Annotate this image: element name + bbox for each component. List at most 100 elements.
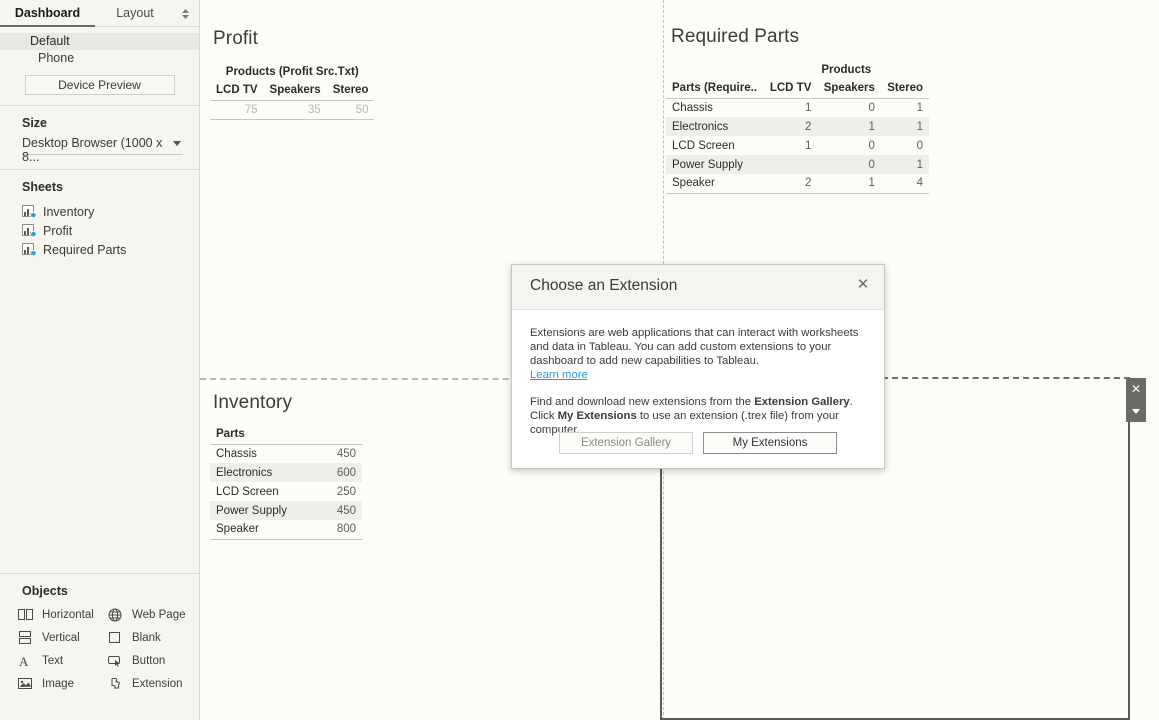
column-header: Speakers [264,81,327,100]
cell-value: 250 [320,482,362,501]
required-parts-table: Products Parts (Require.. LCD TV Speaker… [666,60,929,194]
table-row: LCD Screen 250 [210,482,362,501]
worksheet-icon [22,243,36,256]
object-item-extension[interactable]: Extension [108,673,198,695]
table-row: Products (Profit Src.Txt) [210,62,374,81]
cell-value: 800 [320,520,362,539]
object-label: Image [42,678,74,690]
object-label: Extension [132,678,183,690]
objects-panel: Objects Horizontal [0,573,199,720]
dialog-body: Extensions are web applications that can… [512,310,884,437]
inventory-table: Parts Chassis 450 Electronics 600 LCD Sc… [210,425,362,540]
chevron-down-icon[interactable] [1126,400,1146,422]
table-row: Electronics 600 [210,463,362,482]
profit-title: Profit [213,28,258,50]
profit-table: Products (Profit Src.Txt) LCD TV Speaker… [210,62,374,120]
row-label: Speaker [666,174,764,193]
size-heading: Size [0,106,199,136]
cell-value: 2 [764,117,818,136]
horizontal-layout-icon [18,608,34,622]
object-item-horizontal[interactable]: Horizontal [18,604,108,626]
tableau-dashboard-window: Dashboard Layout Default Phone Device Pr… [0,0,1159,720]
device-item-phone[interactable]: Phone [0,50,199,67]
dialog-p2-bold-my-extensions: My Extensions [558,410,637,422]
cell-value: 0 [817,98,881,117]
cell-value: 600 [320,463,362,482]
row-label: Chassis [210,444,320,463]
my-extensions-button[interactable]: My Extensions [703,432,837,454]
row-label: Power Supply [210,501,320,520]
required-parts-table-wrap: Products Parts (Require.. LCD TV Speaker… [666,60,929,194]
close-icon[interactable]: ✕ [1126,378,1146,400]
sheet-label: Profit [43,224,72,238]
row-label: Power Supply [666,155,764,174]
dialog-p2-part-a: Find and download new extensions from th… [530,396,754,408]
object-item-image[interactable]: Image [18,673,108,695]
column-header: Stereo [881,79,929,98]
left-sidebar: Dashboard Layout Default Phone Device Pr… [0,0,200,720]
required-parts-title: Required Parts [671,26,799,48]
table-row: LCD Screen 1 0 0 [666,136,929,155]
profit-table-wrap: Products (Profit Src.Txt) LCD TV Speaker… [210,62,374,120]
tab-dashboard[interactable]: Dashboard [0,0,95,27]
objects-heading: Objects [0,574,199,604]
cell-value [764,155,818,174]
object-item-text[interactable]: A Text [18,650,108,672]
sidebar-item-profit[interactable]: Profit [0,221,199,240]
column-header [320,425,362,444]
cell-value: 1 [881,117,929,136]
device-item-default[interactable]: Default [0,33,199,50]
object-item-button[interactable]: Button [108,650,198,672]
row-label: LCD Screen [666,136,764,155]
tab-layout[interactable]: Layout [95,0,175,27]
worksheet-icon [22,224,36,237]
cell-value: 0 [817,136,881,155]
sheets-heading: Sheets [0,170,199,200]
cell-value: 1 [817,117,881,136]
object-item-blank[interactable]: Blank [108,627,198,649]
text-a-icon: A [18,654,34,668]
row-label: Electronics [666,117,764,136]
cell-value: 35 [264,100,327,119]
table-row: Power Supply 450 [210,501,362,520]
object-label: Button [132,655,165,667]
inventory-table-wrap: Parts Chassis 450 Electronics 600 LCD Sc… [210,425,362,540]
cell-value: 1 [881,98,929,117]
table-row: 75 35 50 [210,100,374,119]
column-header: Speakers [817,79,881,98]
dialog-p2-bold-gallery: Extension Gallery [754,396,849,408]
up-down-arrows-icon[interactable] [180,8,191,20]
table-row: Chassis 1 0 1 [666,98,929,117]
inventory-title: Inventory [213,392,292,414]
table-row: Speaker 2 1 4 [666,174,929,193]
extension-gallery-button[interactable]: Extension Gallery [559,432,693,454]
column-header: LCD TV [210,81,264,100]
sheet-label: Required Parts [43,243,126,257]
chevron-down-icon [173,141,181,146]
table-row: Speaker 800 [210,520,362,539]
cell-value: 75 [210,100,264,119]
cell-value: 2 [764,174,818,193]
size-dropdown[interactable]: Desktop Browser (1000 x 8... [22,136,183,155]
cell-value: 1 [881,155,929,174]
object-item-web-page[interactable]: Web Page [108,604,198,626]
dialog-header: Choose an Extension ✕ [512,265,884,310]
close-icon[interactable]: ✕ [854,276,872,294]
row-label: Electronics [210,463,320,482]
cell-value: 4 [881,174,929,193]
cell-value: 0 [881,136,929,155]
object-item-vertical[interactable]: Vertical [18,627,108,649]
row-header: Parts [210,425,320,444]
column-header: LCD TV [764,79,818,98]
object-label: Vertical [42,632,80,644]
cell-value: 1 [764,136,818,155]
table-row: Chassis 450 [210,444,362,463]
sidebar-item-required-parts[interactable]: Required Parts [0,240,199,259]
row-label: Speaker [210,520,320,539]
table-row: Parts (Require.. LCD TV Speakers Stereo [666,79,929,98]
image-icon [18,677,34,691]
learn-more-link[interactable]: Learn more [530,368,588,382]
sidebar-item-inventory[interactable]: Inventory [0,202,199,221]
device-preview-button[interactable]: Device Preview [25,75,175,95]
dialog-title: Choose an Extension [530,277,677,295]
